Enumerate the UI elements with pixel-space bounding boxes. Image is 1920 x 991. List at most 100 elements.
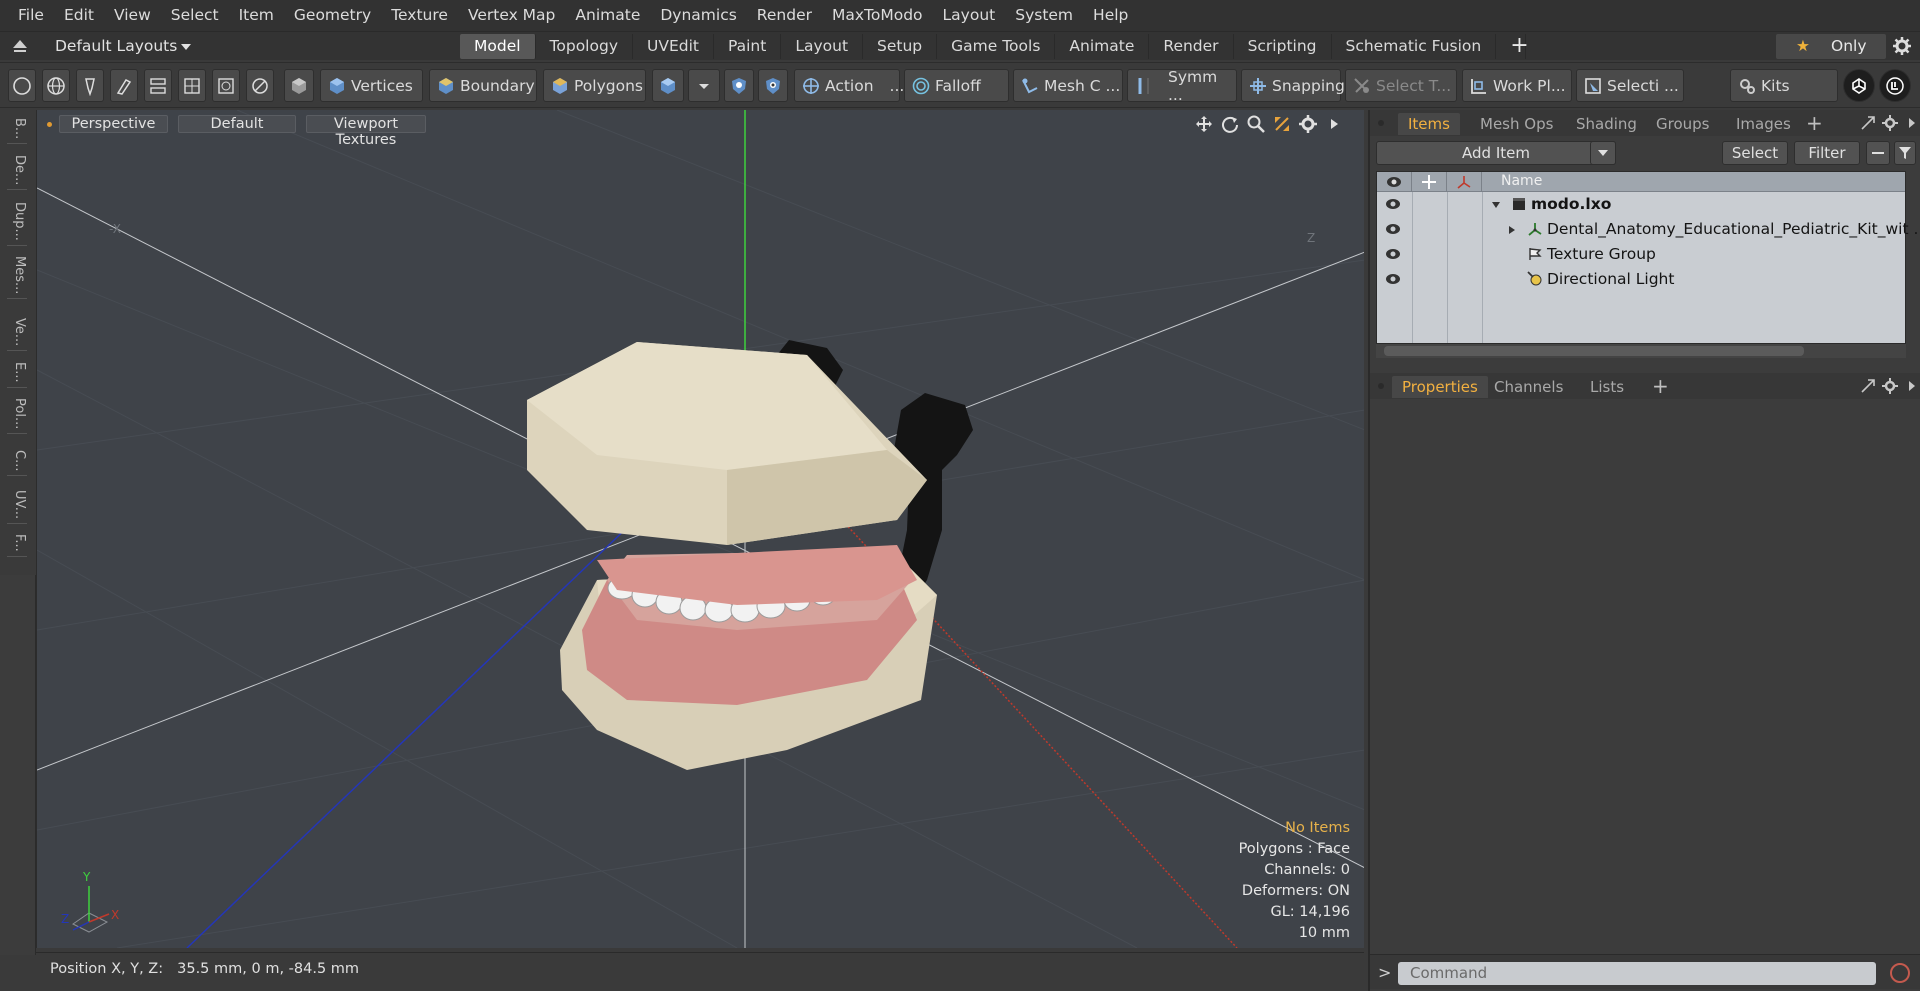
menu-vertex-map[interactable]: Vertex Map (458, 0, 565, 31)
vertices-button[interactable]: Vertices (320, 69, 423, 102)
item-list-scrollbar[interactable] (1376, 344, 1906, 358)
frame-select-button[interactable] (212, 69, 240, 102)
expanded-triangle-icon[interactable] (1491, 200, 1501, 210)
record-macro-icon[interactable] (1890, 963, 1910, 983)
expand-icon[interactable] (1860, 115, 1876, 131)
menu-view[interactable]: View (104, 0, 161, 31)
select-through-button[interactable]: Select T... (1345, 69, 1457, 102)
mesh-constraint-button[interactable]: Mesh C ... (1013, 69, 1123, 102)
panel-menu-dot[interactable] (1378, 120, 1384, 126)
tab-render[interactable]: Render (1149, 34, 1234, 59)
unreal-button[interactable] (1879, 69, 1911, 102)
tab-model[interactable]: Model (460, 34, 536, 59)
menu-select[interactable]: Select (161, 0, 229, 31)
command-input[interactable]: Command (1398, 962, 1876, 985)
menu-help[interactable]: Help (1083, 0, 1138, 31)
panel-gear-icon[interactable] (1882, 115, 1898, 131)
menu-system[interactable]: System (1005, 0, 1083, 31)
polygons-button[interactable]: Polygons (543, 69, 646, 102)
menu-render[interactable]: Render (747, 0, 822, 31)
add-item-button[interactable]: Add Item (1376, 141, 1616, 165)
tab-properties[interactable]: Properties (1392, 376, 1488, 398)
panel-menu-dot[interactable] (1378, 383, 1384, 389)
type-column-header[interactable] (1447, 172, 1482, 192)
visibility-column-header[interactable] (1377, 172, 1412, 192)
left-tab-curve[interactable]: C... (7, 450, 27, 477)
rotate-icon[interactable] (1220, 114, 1240, 134)
material-button[interactable] (724, 69, 754, 102)
expand-icon[interactable] (1860, 378, 1876, 394)
left-tab-deform[interactable]: De... (7, 155, 27, 191)
left-tab-polygon[interactable]: Pol... (7, 398, 27, 435)
eye-icon[interactable] (1385, 223, 1401, 235)
filter-button[interactable]: Filter (1794, 141, 1860, 165)
auto-select-button[interactable] (284, 69, 314, 102)
item-mode-button[interactable] (652, 69, 684, 102)
boundary-button[interactable]: Boundary (429, 69, 537, 102)
tab-game-tools[interactable]: Game Tools (937, 34, 1056, 59)
eye-icon[interactable] (1385, 248, 1401, 260)
scrollbar-thumb[interactable] (1384, 346, 1804, 356)
collapse-up-icon[interactable] (12, 39, 28, 53)
menu-layout[interactable]: Layout (933, 0, 1006, 31)
list-item-texture-group[interactable]: Texture Group (1377, 242, 1905, 267)
menu-texture[interactable]: Texture (381, 0, 458, 31)
filter-funnel-button[interactable] (1894, 141, 1916, 165)
chevron-right-icon[interactable] (1324, 114, 1344, 134)
viewport-settings-gear-icon[interactable] (1298, 114, 1318, 134)
add-item-dropdown[interactable] (1590, 141, 1616, 165)
name-column-header[interactable]: Name (1501, 173, 1542, 189)
default-layouts-dropdown[interactable]: Default Layouts (55, 32, 192, 61)
grid-select-button[interactable] (178, 69, 206, 102)
panel-gear-icon[interactable] (1882, 378, 1898, 394)
tab-shading[interactable]: Shading (1566, 113, 1647, 135)
list-item-scene[interactable]: modo.lxo (1377, 192, 1905, 217)
tab-animate[interactable]: Animate (1055, 34, 1150, 59)
lock-column-header[interactable] (1412, 172, 1447, 192)
zoom-icon[interactable] (1246, 114, 1266, 134)
perspective-button[interactable]: Perspective (59, 115, 168, 133)
list-item-mesh[interactable]: Dental_Anatomy_Educational_Pediatric_Kit… (1377, 217, 1920, 242)
lasso-button[interactable] (76, 69, 104, 102)
tab-scripting[interactable]: Scripting (1234, 34, 1332, 59)
action-button[interactable]: Action... (794, 69, 904, 102)
symmetry-button[interactable]: Symm ... (1127, 68, 1237, 104)
tab-topology[interactable]: Topology (536, 34, 633, 59)
tab-lists[interactable]: Lists (1580, 376, 1634, 398)
pivot-button[interactable] (758, 69, 788, 102)
kits-button[interactable]: Kits (1730, 69, 1838, 102)
paint-select-button[interactable] (110, 69, 138, 102)
select-circle-button[interactable] (8, 69, 36, 102)
collapse-button[interactable] (1866, 141, 1890, 165)
move-icon[interactable] (1194, 114, 1214, 134)
dental-model[interactable] (527, 340, 973, 770)
tab-mesh-ops[interactable]: Mesh Ops (1470, 113, 1563, 135)
mode-dropdown[interactable] (688, 69, 720, 102)
menu-animate[interactable]: Animate (565, 0, 650, 31)
element-select-button[interactable] (144, 69, 172, 102)
left-tab-edge[interactable]: E... (7, 362, 27, 388)
shading-default-button[interactable]: Default (178, 115, 296, 133)
tab-paint[interactable]: Paint (714, 34, 782, 59)
menu-geometry[interactable]: Geometry (284, 0, 381, 31)
selection-sets-button[interactable]: Selecti ... (1576, 69, 1684, 102)
panel-chevron-right-icon[interactable] (1904, 115, 1920, 131)
work-plane-button[interactable]: Work Pl... (1462, 69, 1572, 102)
left-tab-vertex[interactable]: Ve... (7, 318, 27, 352)
add-tab-button[interactable]: + (1496, 34, 1529, 59)
loop-select-button[interactable] (246, 69, 274, 102)
collapsed-triangle-icon[interactable] (1507, 225, 1517, 235)
tab-items[interactable]: Items (1398, 113, 1460, 135)
viewport-options-dot[interactable] (47, 122, 52, 127)
tab-groups[interactable]: Groups (1646, 113, 1719, 135)
menu-maxtomodo[interactable]: MaxToModo (822, 0, 933, 31)
left-tab-basic[interactable]: B... (7, 118, 27, 145)
globe-button[interactable] (42, 69, 70, 102)
left-tab-fusion[interactable]: F... (7, 534, 27, 557)
viewport-textures-button[interactable]: Viewport Textures (306, 115, 426, 148)
add-properties-tab-button[interactable]: + (1652, 374, 1669, 398)
panel-chevron-right-icon[interactable] (1904, 378, 1920, 394)
tab-schematic-fusion[interactable]: Schematic Fusion (1332, 34, 1497, 59)
menu-dynamics[interactable]: Dynamics (650, 0, 746, 31)
menu-file[interactable]: File (8, 0, 54, 31)
